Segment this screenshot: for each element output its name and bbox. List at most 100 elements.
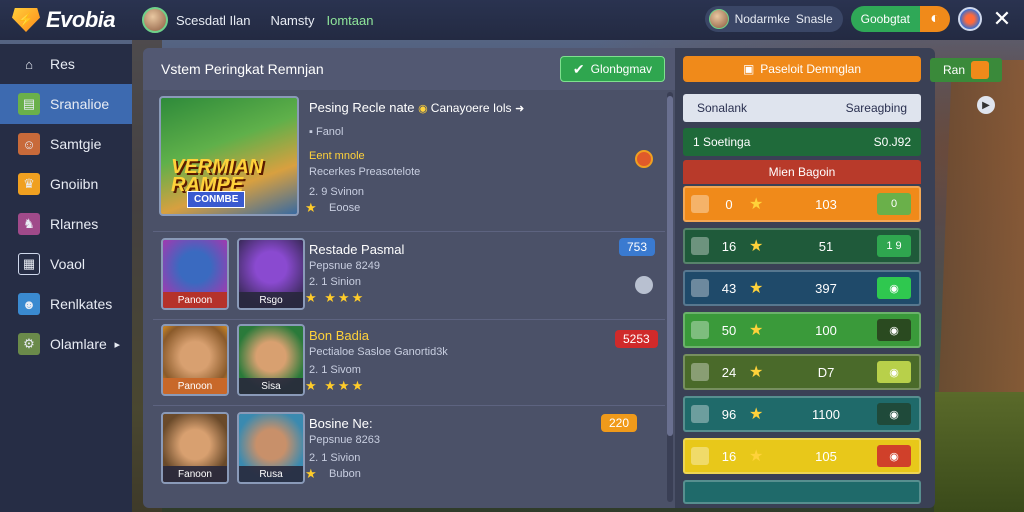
hero-thumbnail[interactable]: Panoon	[161, 324, 229, 396]
leaderboard-row[interactable]: 96 ★ 1100 ◉	[683, 396, 921, 432]
shop-icon: ☻	[18, 293, 40, 315]
row-score: 1100	[812, 406, 840, 422]
game-thumbnail[interactable]: VERMIAN RAMPE CONMBE	[159, 96, 299, 216]
row-line: Recerkes Preasotelote	[309, 166, 421, 178]
hero-thumbnail[interactable]: Rsgo	[237, 238, 305, 310]
score-badge: 220	[601, 414, 638, 432]
hero-label: Fanoon	[163, 466, 227, 482]
row-action[interactable]: ◉	[877, 403, 911, 425]
filter-right: Sareagbing	[845, 101, 907, 115]
sidebar-item-res[interactable]: ⌂ Res	[0, 44, 132, 84]
leaderboard-row[interactable]: 43 ★ 397 ◉	[683, 270, 921, 306]
profile-icon[interactable]	[958, 7, 982, 31]
row-rank: 16	[721, 448, 737, 464]
logo[interactable]: ⚡ Evobia	[0, 7, 134, 33]
coin-pill[interactable]: Goobgtat ◐	[850, 6, 950, 32]
leaderboard-top-button[interactable]: ▣ Paseloit Demnglan	[683, 56, 921, 82]
top-bar: ⚡ Evobia Scesdatl Ilan Namsty Iomtaan No…	[0, 0, 1024, 40]
rank-pill[interactable]: Nodarmke Snasle	[704, 6, 843, 32]
row-line: Eoose	[329, 202, 361, 214]
leaderboard-row-partial[interactable]	[683, 480, 921, 504]
row-icon	[691, 195, 709, 213]
row-score: D7	[817, 364, 835, 380]
leaderboard-row[interactable]: 50 ★ 100 ◉	[683, 312, 921, 348]
sidebar: ⌂ Res ▤ Sranalioe ☺ Samtgie ♛ Gnoiibn ♞ …	[0, 44, 132, 512]
hero-label: Rsgo	[239, 292, 303, 308]
leaderboard-row[interactable]: 16 ★ 105 ◉	[683, 438, 921, 474]
row-rank: 50	[721, 322, 737, 338]
row-action[interactable]: 0	[877, 193, 911, 215]
leaderboard-row[interactable]: 24 ★ D7 ◉	[683, 354, 921, 390]
row-highlight: Eent mnole	[309, 150, 365, 162]
hero-thumbnail[interactable]: Sisa	[237, 324, 305, 396]
row-title: Bon Badia	[309, 328, 369, 343]
row-line: Pepsnue 8263	[309, 434, 380, 446]
play-icon[interactable]: ▶	[977, 96, 995, 114]
close-icon[interactable]	[635, 276, 653, 294]
row-action[interactable]: ◉	[877, 277, 911, 299]
list-item[interactable]: Fanoon Rusa Bosine Ne: Pepsnue 8263 2. 1…	[153, 406, 665, 506]
row-rank: 96	[721, 406, 737, 422]
score-badge: 753	[619, 238, 656, 256]
confirm-button-label: Glonbgmav	[590, 62, 652, 76]
row-rank: 16	[721, 238, 737, 254]
sidebar-item-sranalioe[interactable]: ▤ Sranalioe	[0, 84, 132, 124]
row-title: Pesing Recle nate	[309, 100, 415, 115]
list-item[interactable]: VERMIAN RAMPE CONMBE Pesing Recle nate ◉…	[153, 92, 665, 232]
coin-label: Goobgtat	[850, 6, 920, 32]
ranking-list: VERMIAN RAMPE CONMBE Pesing Recle nate ◉…	[153, 92, 665, 506]
list-item[interactable]: Panoon Sisa Bon Badia Pectialoe Sasloe G…	[153, 320, 665, 406]
logo-icon: ⚡	[12, 8, 40, 32]
user-info[interactable]: Scesdatl Ilan Namsty Iomtaan	[142, 7, 373, 33]
star-icon: ★	[749, 406, 764, 423]
sidebar-item-renlkates[interactable]: ☻ Renlkates	[0, 284, 132, 324]
row-action[interactable]: ◉	[877, 361, 911, 383]
confirm-button[interactable]: ✔ Glonbgmav	[559, 56, 665, 82]
trophy-icon: ♛	[18, 173, 40, 195]
row-action[interactable]: ◉	[877, 319, 911, 341]
leaderboard-summary: 1 Soetinga S0.J92	[683, 128, 921, 156]
sidebar-item-rlarnes[interactable]: ♞ Rlarnes	[0, 204, 132, 244]
sidebar-item-label: Gnoiibn	[50, 176, 99, 192]
sidebar-item-voaol[interactable]: ▦ Voaol	[0, 244, 132, 284]
sidebar-item-olamlare[interactable]: ⚙ Olamlare ▸	[0, 324, 132, 364]
sidebar-item-label: Rlarnes	[50, 216, 99, 232]
star-icon: ★	[305, 466, 319, 481]
row-line: 2. 1 Sivom	[309, 364, 361, 376]
row-action[interactable]: 1 9	[877, 235, 911, 257]
star-icon: ★	[749, 238, 764, 255]
leaderboard-filter[interactable]: Sonalank Sareagbing	[683, 94, 921, 122]
row-score: 51	[818, 238, 834, 254]
sidebar-item-samtgie[interactable]: ☺ Samtgie	[0, 124, 132, 164]
hero-thumbnail[interactable]: Fanoon	[161, 412, 229, 484]
leaderboard-row[interactable]: 16 ★ 51 1 9	[683, 228, 921, 264]
scrollbar[interactable]	[667, 92, 673, 502]
sidebar-item-gnoiibn[interactable]: ♛ Gnoiibn	[0, 164, 132, 204]
scrollbar-thumb[interactable]	[667, 96, 673, 436]
user-name: Scesdatl Ilan	[176, 12, 251, 28]
star-rating-icon: ★ ★★★	[305, 378, 366, 393]
rank-avatar	[708, 9, 729, 29]
thumbnail-title: VERMIAN RAMPE	[171, 156, 264, 196]
row-line: Bubon	[329, 468, 361, 480]
summary-right: S0.J92	[873, 135, 911, 149]
row-line-text: Fanol	[315, 126, 344, 138]
leaderboard-header: Mien Bagoin	[683, 160, 921, 184]
star-icon: ★	[749, 448, 764, 465]
avatar[interactable]	[142, 7, 168, 33]
close-icon[interactable]: ✕	[990, 7, 1014, 31]
chevron-right-icon: ▸	[114, 338, 120, 351]
notification-icon[interactable]	[635, 150, 653, 168]
leaderboard-row[interactable]: 0 ★ 103 0	[683, 186, 921, 222]
arrow-icon: ➜	[515, 103, 525, 115]
hero-thumbnail[interactable]: Rusa	[237, 412, 305, 484]
user-status: Iomtaan	[326, 12, 374, 28]
row-score: 105	[815, 448, 837, 464]
summary-left: 1 Soetinga	[693, 135, 751, 149]
hero-thumbnail[interactable]: Panoon	[161, 238, 229, 310]
row-icon	[691, 405, 709, 423]
row-action[interactable]: ◉	[877, 445, 911, 467]
mini-rank-pill[interactable]: Ran	[930, 58, 1002, 82]
avatar-icon: ☺	[18, 133, 40, 155]
list-item[interactable]: Panoon Rsgo Restade Pasmal Pepsnue 8249 …	[153, 232, 665, 320]
